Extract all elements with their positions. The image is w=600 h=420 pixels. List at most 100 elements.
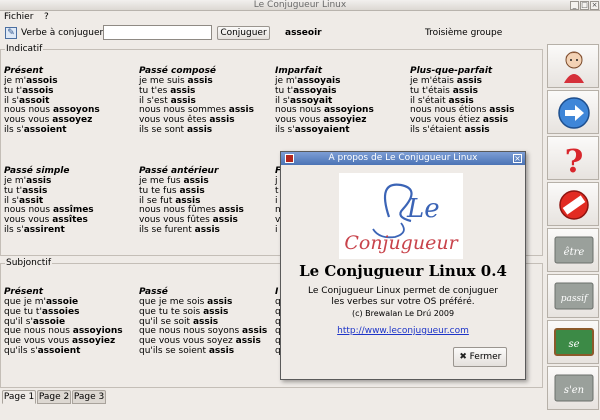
- conjugation-verb: assois: [26, 76, 58, 86]
- conjugation-verb: assis: [456, 76, 483, 86]
- tab-page-2[interactable]: Page 2: [37, 390, 71, 404]
- tense-heading: Présent: [4, 66, 44, 76]
- subjonctif-tense-block: Présent que je m'assoie que tu t'assoies qu…: [4, 287, 139, 357]
- pencil-icon: ✎: [5, 27, 17, 39]
- conjugation-line: qu'ils se soient assis: [139, 345, 274, 357]
- next-button[interactable]: [547, 90, 599, 134]
- conjugation-prefix: qu'ils se soient: [139, 345, 209, 356]
- conjugation-prefix: je m': [275, 76, 298, 86]
- question-icon: ?: [565, 142, 584, 177]
- conjugation-verb: assis: [192, 316, 219, 327]
- passif-label: passif: [561, 294, 589, 304]
- conjugation-prefix: que tu t': [4, 306, 42, 317]
- verb-input[interactable]: [103, 25, 212, 40]
- tense-heading: Passé simple: [4, 166, 70, 176]
- conjugation-verb: assoyait: [290, 95, 333, 106]
- verb-name: asseoir: [285, 28, 322, 38]
- conjugation-verb: assis: [464, 124, 490, 135]
- tab-page-1[interactable]: Page 1: [2, 390, 36, 404]
- tense-heading: Imparfait: [275, 66, 323, 76]
- verb-group: Troisième groupe: [425, 28, 503, 38]
- conjugation-verb: assis: [186, 124, 213, 135]
- conjugation-verb: assis: [208, 345, 235, 356]
- conjugation-verb: assis: [175, 195, 201, 206]
- conjugation-prefix: je me fus: [139, 176, 184, 186]
- about-titlebar: A propos de Le Conjugueur Linux ×: [281, 152, 525, 165]
- conjugation-verb: assis: [218, 205, 244, 216]
- forbidden-icon: [559, 190, 589, 220]
- conjugation-prefix: je me suis: [139, 76, 188, 86]
- conjugation-verb: assoyiez: [323, 115, 367, 126]
- conjugation-prefix: ils s': [4, 124, 24, 135]
- conjugation-prefix: vous vous: [4, 215, 53, 226]
- conjugation-verb: assis: [489, 105, 515, 116]
- conjugation-ending: îtes: [68, 215, 88, 226]
- conjugation-line: ils s'étaient assis: [410, 124, 545, 136]
- conjugation-prefix: qu'il se soit: [139, 316, 193, 327]
- girl-icon: [564, 51, 584, 83]
- fermer-button[interactable]: ✖ Fermer: [453, 347, 507, 367]
- conjugation-prefix: t: [275, 185, 279, 196]
- conjugation-prefix: ils se furent: [139, 224, 195, 235]
- se-button[interactable]: se: [547, 320, 599, 364]
- conjugation-prefix: vous vous étiez: [410, 115, 483, 126]
- logo-le: Le: [406, 194, 440, 224]
- tab-page-3[interactable]: Page 3: [72, 390, 106, 404]
- conjugation-verb: assoie: [32, 316, 66, 327]
- conjugation-verb: assoyais: [293, 85, 337, 96]
- website-link[interactable]: http://www.leconjugueur.com: [281, 326, 525, 336]
- conjuguer-button[interactable]: Conjuguer: [217, 26, 270, 40]
- conjugation-prefix: il s': [4, 195, 20, 206]
- passif-button[interactable]: passif: [547, 274, 599, 318]
- conjugation-prefix: tu t': [275, 85, 294, 96]
- conjugation-prefix: nous nous fûmes: [139, 205, 219, 216]
- minimize-button[interactable]: _: [570, 1, 579, 10]
- tense-heading: Passé antérieur: [139, 166, 219, 176]
- conjugation-verb: assis: [209, 115, 235, 126]
- conjugation-prefix: il s': [4, 95, 20, 106]
- subjonctif-tense-block: Passé que je me sois assis que tu te sois …: [139, 287, 274, 357]
- conjugation-line: ils s'assirent: [4, 224, 139, 236]
- menu-help[interactable]: ?: [44, 12, 49, 23]
- conjugation-verb: assis: [452, 85, 478, 96]
- conjugation-prefix: il se fut: [139, 195, 176, 206]
- conjugation-verb: assoyions: [72, 326, 123, 337]
- conjugation-verb: ass: [52, 215, 69, 226]
- conjugation-line: ils se sont assis: [139, 124, 274, 136]
- menubar: Fichier ?: [0, 11, 600, 24]
- conjugation-prefix: que je me sois: [139, 297, 208, 307]
- conjugation-prefix: je m'étais: [410, 76, 457, 86]
- conjugation-prefix: que vous vous: [4, 336, 72, 347]
- maximize-button[interactable]: □: [580, 1, 589, 10]
- conjugation-verb: assoie: [45, 297, 79, 307]
- close-window-button[interactable]: ×: [590, 1, 599, 10]
- conjugation-prefix: ils s': [4, 224, 24, 235]
- conjugation-verb: assis: [183, 176, 209, 186]
- conjugation-line: ils s'assoyaient: [275, 125, 410, 136]
- conjugation-verb: assois: [22, 85, 54, 96]
- conjugation-verb: assis: [212, 215, 238, 226]
- conjugation-prefix: i: [275, 195, 278, 206]
- app-description: Le Conjugueur Linux permet de conjuguer …: [281, 286, 525, 308]
- sen-label: s'en: [564, 385, 584, 396]
- svg-text:?: ?: [565, 142, 584, 177]
- etre-button[interactable]: être: [547, 228, 599, 272]
- tense-heading: Plus-que-parfait: [410, 66, 493, 76]
- conjugation-verb: assoit: [19, 95, 50, 106]
- conjugation-verb: assis: [228, 105, 254, 116]
- conjugation-verb: assoyais: [297, 76, 341, 86]
- description-line-1: Le Conjugueur Linux permet de conjuguer: [308, 286, 498, 296]
- conjugation-prefix: tu t'étais: [410, 85, 453, 96]
- about-close-icon[interactable]: ×: [513, 154, 522, 163]
- sen-button[interactable]: s'en: [547, 366, 599, 410]
- conjugation-prefix: i: [275, 224, 278, 235]
- stop-button[interactable]: [547, 182, 599, 226]
- tense-heading: Présent: [4, 287, 44, 297]
- help-button[interactable]: ?: [547, 136, 599, 180]
- indicatif-tense-block: Imparfait je m'assoyais tu t'assoyais il s'…: [275, 66, 410, 136]
- menu-fichier[interactable]: Fichier: [4, 12, 33, 23]
- conjugation-line: qu'ils s'assoient: [4, 346, 139, 357]
- assistant-button[interactable]: [547, 44, 599, 88]
- app-name: Le Conjugueur Linux 0.4: [299, 262, 507, 280]
- conjugation-prefix: que je m': [4, 297, 46, 307]
